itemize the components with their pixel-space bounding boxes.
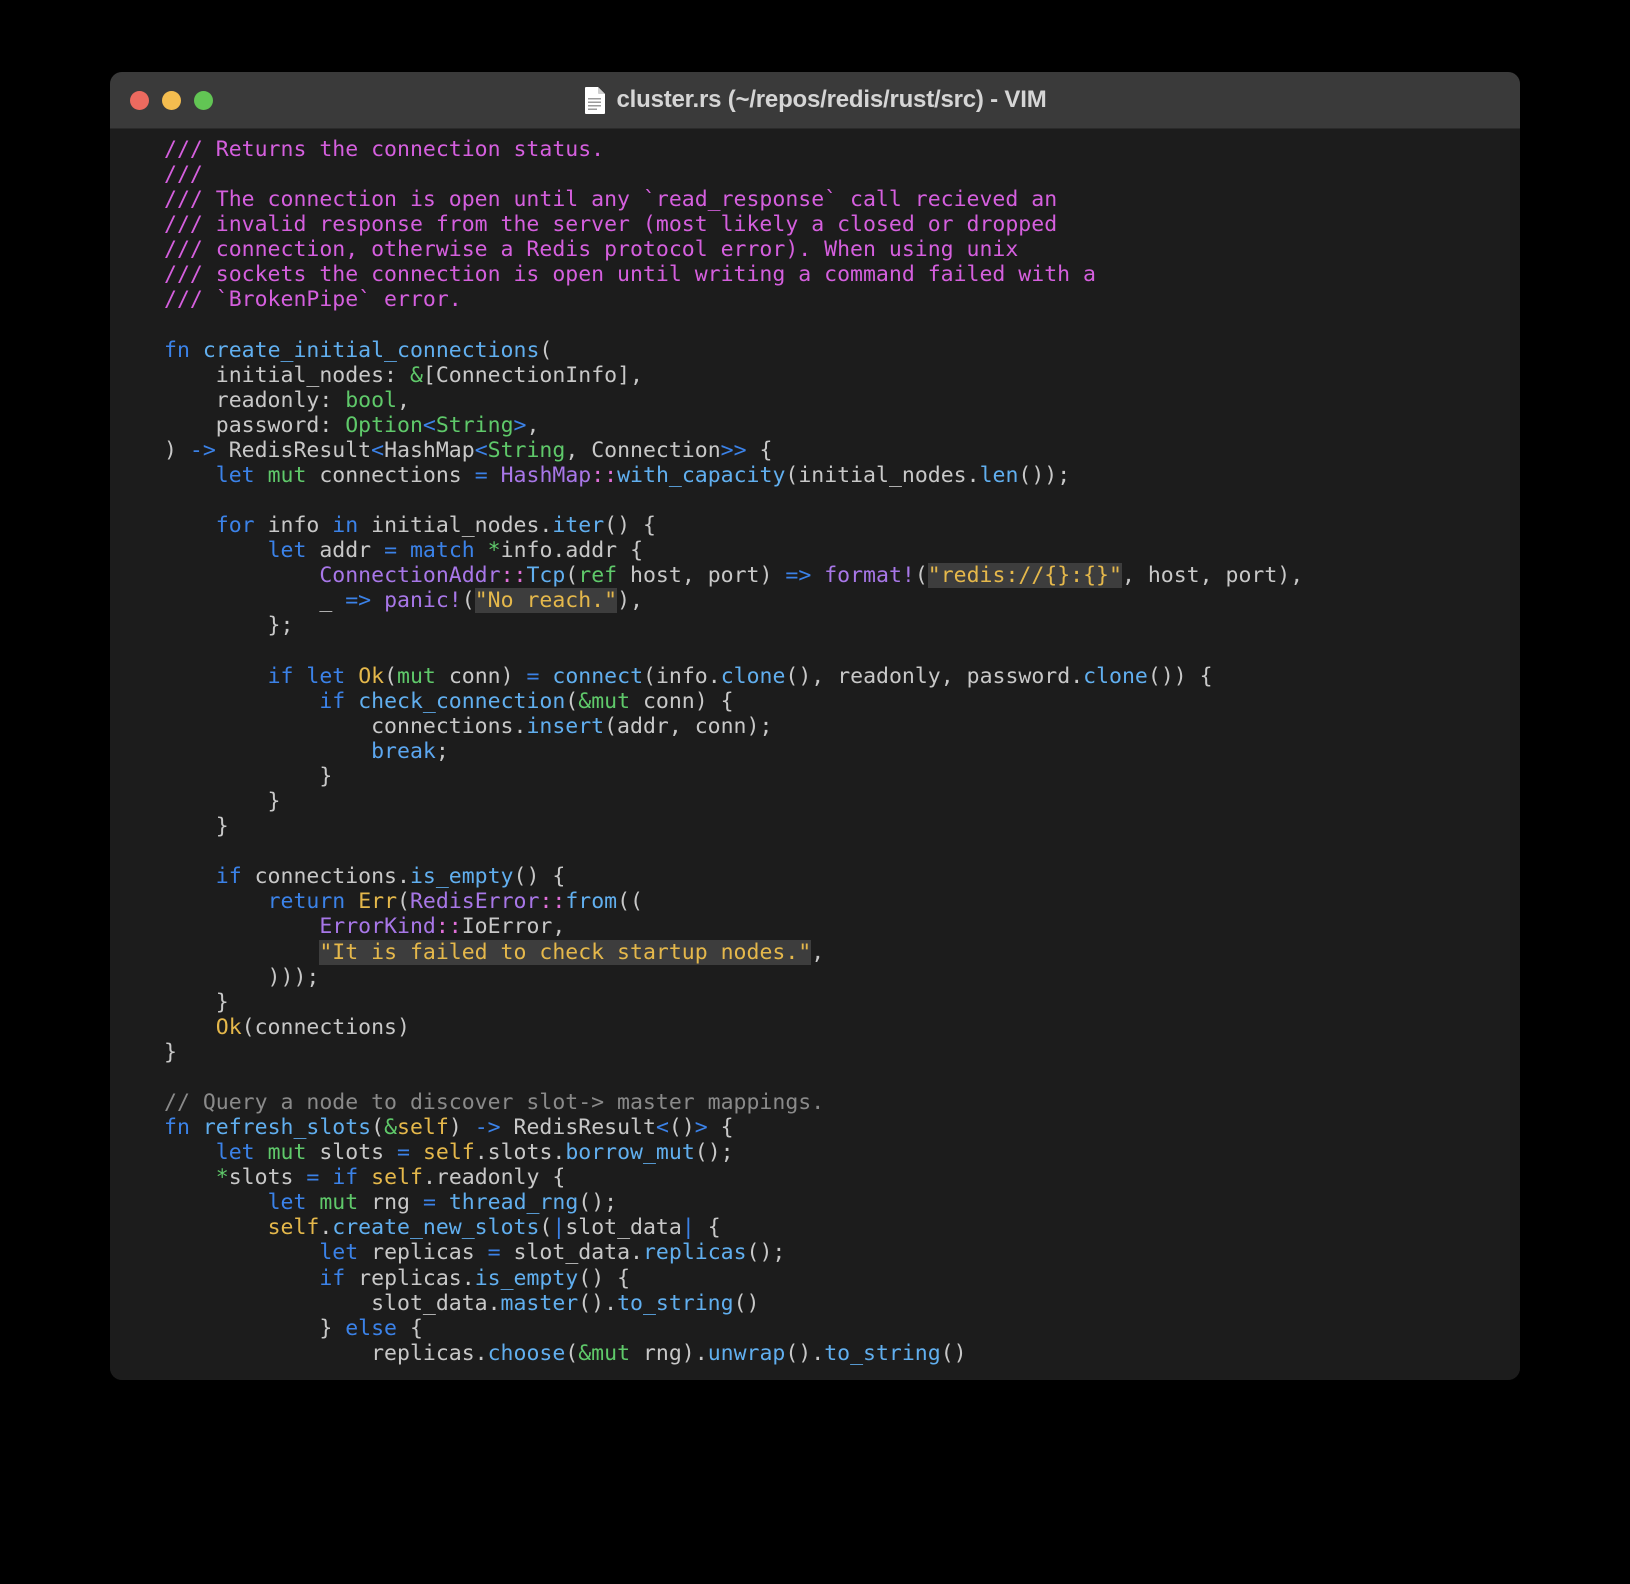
document-icon	[584, 86, 605, 114]
maximize-button[interactable]	[194, 90, 213, 110]
code-line: }	[164, 814, 229, 840]
code-line: if check_connection(&mut conn) {	[319, 688, 734, 714]
code-line: /// invalid response from the server (mo…	[164, 212, 1058, 238]
code-line: slot_data.master().to_string()	[164, 1290, 760, 1316]
code-line: if connections.is_empty() {	[215, 864, 566, 890]
code-line: ErrorKind::IoError,	[319, 914, 566, 940]
code-line: fn create_initial_connections(	[164, 337, 553, 363]
window-controls	[130, 72, 213, 128]
code-content[interactable]: /// Returns the connection status.//////…	[110, 137, 1520, 1366]
code-line: ) -> RedisResult<HashMap<String, Connect…	[164, 437, 773, 463]
code-line: self.create_new_slots(|slot_data| {	[267, 1215, 721, 1241]
code-line: "It is failed to check startup nodes.",	[319, 939, 825, 965]
code-line: readonly: bool,	[164, 387, 410, 413]
code-line: replicas.choose(&mut rng).unwrap().to_st…	[164, 1340, 967, 1366]
code-line: /// Returns the connection status.	[164, 137, 605, 162]
code-line: /// The connection is open until any `re…	[164, 187, 1058, 213]
code-line: }	[164, 1039, 177, 1065]
code-line: Ok(connections)	[215, 1014, 410, 1040]
code-line: let mut rng = thread_rng();	[267, 1190, 618, 1216]
window-title-group: cluster.rs (~/repos/redis/rust/src) - VI…	[110, 86, 1520, 114]
code-line: if replicas.is_empty() {	[319, 1265, 631, 1291]
code-line: initial_nodes: &[ConnectionInfo],	[164, 362, 643, 388]
code-line: // Query a node to discover slot-> maste…	[164, 1089, 825, 1115]
close-button[interactable]	[130, 90, 149, 110]
code-line: break;	[371, 738, 449, 764]
code-line: };	[164, 613, 294, 639]
code-line: fn refresh_slots(&self) -> RedisResult<(…	[164, 1115, 734, 1141]
code-line: /// `BrokenPipe` error.	[164, 287, 462, 313]
code-line: password: Option<String>,	[164, 412, 540, 438]
code-line: ConnectionAddr::Tcp(ref host, port) => f…	[319, 563, 1304, 589]
desktop-background: cluster.rs (~/repos/redis/rust/src) - VI…	[0, 0, 1630, 1584]
code-line: let replicas = slot_data.replicas();	[319, 1240, 786, 1266]
window-titlebar[interactable]: cluster.rs (~/repos/redis/rust/src) - VI…	[110, 72, 1520, 129]
code-line: )));	[164, 964, 320, 990]
code-line: }	[164, 989, 229, 1015]
code-line: }	[164, 763, 333, 789]
code-line: let addr = match *info.addr {	[267, 538, 644, 564]
minimize-button[interactable]	[162, 90, 181, 110]
code-line: connections.insert(addr, conn);	[164, 713, 773, 739]
code-line: for info in initial_nodes.iter() {	[215, 513, 656, 539]
editor-window: cluster.rs (~/repos/redis/rust/src) - VI…	[110, 72, 1520, 1380]
window-title-text: cluster.rs (~/repos/redis/rust/src) - VI…	[616, 86, 1047, 113]
code-line: return Err(RedisError::from((	[267, 889, 643, 915]
code-line: }	[164, 789, 281, 815]
code-line: ///	[164, 162, 203, 188]
code-line: if let Ok(mut conn) = connect(info.clone…	[267, 663, 1213, 689]
code-line: *slots = if self.readonly {	[215, 1165, 566, 1191]
code-line: _ => panic!("No reach."),	[164, 588, 643, 614]
code-line: } else {	[164, 1315, 423, 1341]
code-line: let mut connections = HashMap::with_capa…	[215, 463, 1071, 489]
code-line: let mut slots = self.slots.borrow_mut();	[215, 1140, 734, 1166]
code-line: /// connection, otherwise a Redis protoc…	[164, 237, 1019, 263]
code-line: /// sockets the connection is open until…	[164, 262, 1096, 288]
code-editor[interactable]: /// Returns the connection status.//////…	[110, 129, 1520, 1380]
